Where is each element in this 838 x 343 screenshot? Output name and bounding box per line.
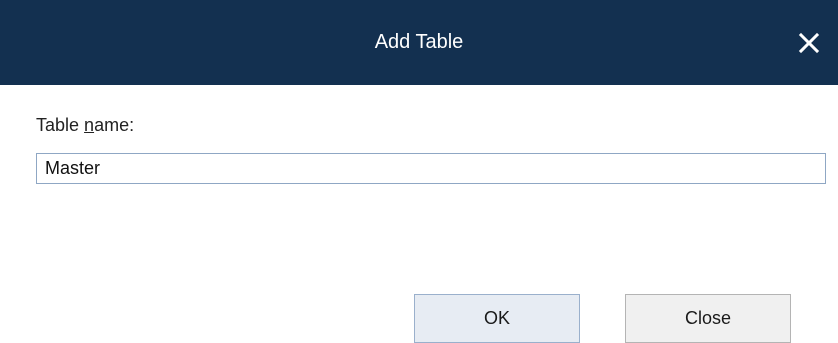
label-text-post: ame: (94, 115, 135, 135)
label-mnemonic: n (84, 115, 95, 135)
dialog-titlebar: Add Table (0, 0, 838, 85)
table-name-input[interactable] (36, 153, 826, 184)
close-button[interactable]: Close (625, 294, 791, 343)
table-name-label: Table name: (36, 115, 134, 136)
dialog-title: Add Table (374, 31, 464, 53)
close-icon[interactable] (796, 30, 822, 56)
ok-button[interactable]: OK (414, 294, 580, 343)
label-text-pre: Table (36, 115, 85, 135)
